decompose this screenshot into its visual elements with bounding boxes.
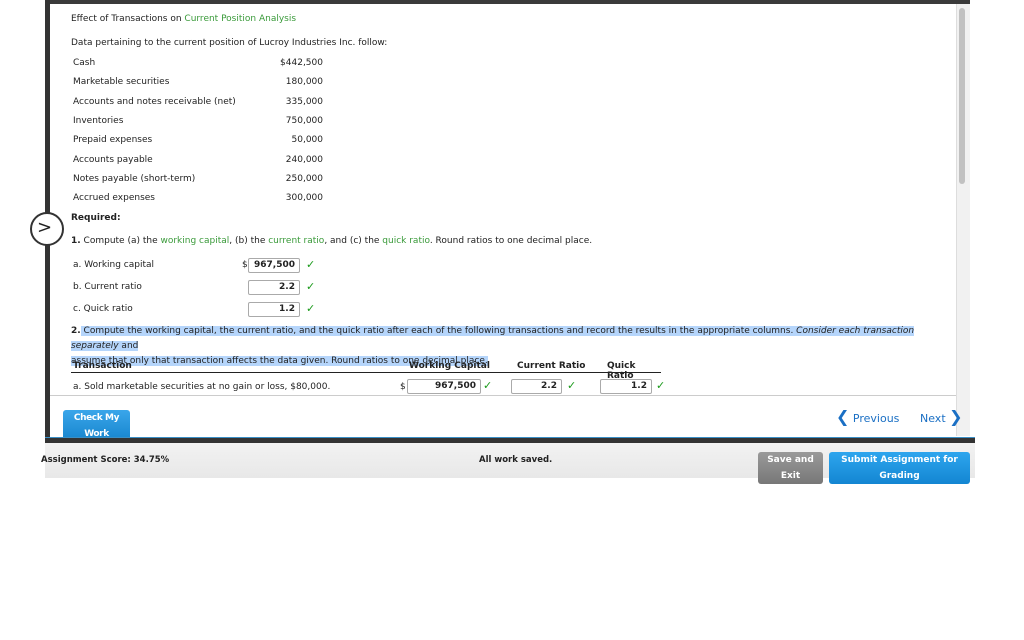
save-status: All work saved. [479,455,553,465]
data-row: Accounts payable 240,000 [73,151,323,170]
item-label: Notes payable (short-term) [73,173,196,184]
footer-bar: Assignment Score: 34.75% All work saved.… [41,437,975,484]
item-value: 250,000 [285,173,323,184]
working-capital-input[interactable]: 967,500 [407,379,481,394]
previous-button[interactable]: ❮ Previous [836,407,899,426]
table-header: Transaction Working Capital Current Rati… [71,361,661,381]
check-icon: ✓ [656,379,666,392]
intro-text: Data pertaining to the current position … [71,38,388,48]
title-link[interactable]: Current Position Analysis [184,14,296,24]
divider [50,395,956,396]
save-and-exit-button[interactable]: Save and Exit [758,452,823,484]
check-icon: ✓ [483,379,493,392]
answer-row: a. Working capital $ 967,500 ✓ [73,258,316,273]
top-bar [45,0,970,4]
data-row: Inventories 750,000 [73,112,323,131]
data-row: Notes payable (short-term) 250,000 [73,170,323,189]
chevron-right-icon: > [37,217,53,238]
item-label: Marketable securities [73,77,170,88]
item-value: 300,000 [285,193,323,204]
scrollbar-thumb[interactable] [959,8,965,184]
check-icon: ✓ [306,258,316,271]
current-ratio-input[interactable]: 2.2 [511,379,562,394]
item-value: 180,000 [285,77,323,88]
answer-row: c. Quick ratio 1.2 ✓ [73,302,316,317]
item-value: 240,000 [285,154,323,165]
data-row: Accounts and notes receivable (net) 335,0… [73,93,323,112]
check-icon: ✓ [306,280,316,293]
data-row: Prepaid expenses 50,000 [73,131,323,150]
item-label: Accounts payable [73,154,153,165]
item-label: Cash [73,58,96,68]
check-icon: ✓ [306,302,316,315]
answer-row: b. Current ratio 2.2 ✓ [73,280,316,295]
data-row: Cash $442,500 [73,54,323,73]
answer-input[interactable]: 2.2 [248,280,300,295]
answer-input[interactable]: 1.2 [248,302,300,317]
item-label: Inventories [73,115,124,126]
item-label: Accrued expenses [73,193,155,204]
item-label: Accounts and notes receivable (net) [73,96,236,107]
data-row: Marketable securities 180,000 [73,73,323,92]
item-value: $442,500 [280,58,323,68]
header-working-capital: Working Capital [409,361,490,371]
problem-title: Effect of Transactions on Current Positi… [71,14,297,24]
table-row: a. Sold marketable securities at no gain… [73,379,666,394]
data-row: Accrued expenses 300,000 [73,189,323,208]
expand-arrow-button[interactable]: > [30,212,64,246]
check-icon: ✓ [567,379,577,392]
chevron-left-icon: ❮ [836,407,850,426]
next-button[interactable]: Next ❯ [920,407,963,426]
question-1: 1. Compute (a) the working capital, (b) … [71,236,593,246]
chevron-right-icon: ❯ [949,407,963,426]
header-current-ratio: Current Ratio [517,361,586,371]
current-ratio-link[interactable]: current ratio [268,236,324,246]
submit-assignment-button[interactable]: Submit Assignment for Grading [829,452,970,484]
working-capital-link[interactable]: working capital [160,236,229,246]
item-label: Prepaid expenses [73,135,153,146]
item-value: 750,000 [285,115,323,126]
answer-input[interactable]: 967,500 [248,258,300,273]
quick-ratio-input[interactable]: 1.2 [600,379,652,394]
required-heading: Required: [71,213,121,223]
assignment-score: Assignment Score: 34.75% [41,455,170,465]
header-transaction: Transaction [73,361,132,371]
item-value: 335,000 [285,96,323,107]
quick-ratio-link[interactable]: quick ratio [382,236,430,246]
item-value: 50,000 [291,135,324,146]
